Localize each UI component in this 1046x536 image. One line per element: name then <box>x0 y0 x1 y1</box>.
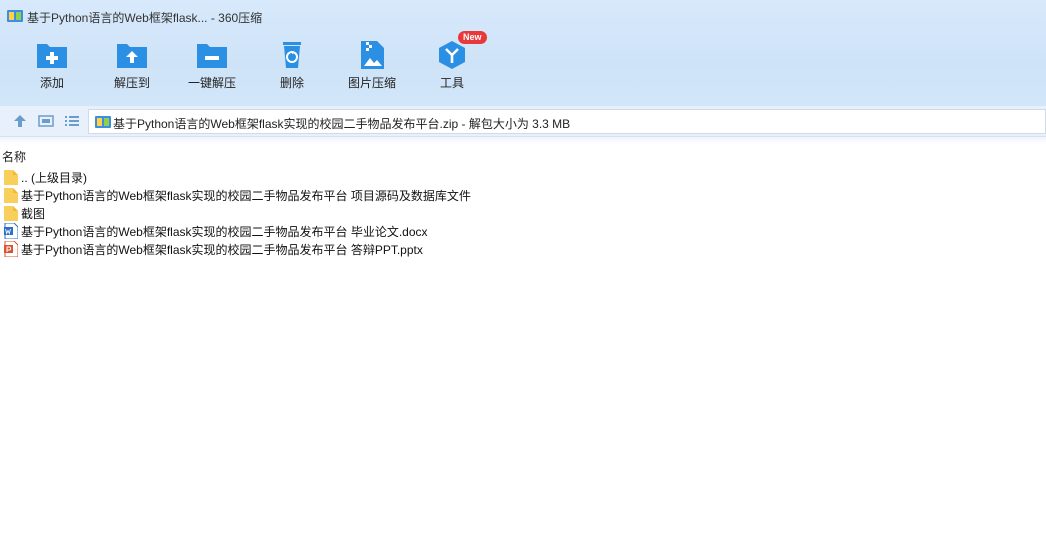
tools-label: 工具 <box>439 76 464 90</box>
list-view-icon[interactable] <box>64 113 80 129</box>
word-document-icon <box>4 223 18 239</box>
up-arrow-icon[interactable] <box>12 113 28 129</box>
window-title: 基于Python语言的Web框架flask... - 360压缩 <box>27 11 263 25</box>
header-separator <box>0 137 1046 145</box>
extract-to-label: 解压到 <box>113 76 150 90</box>
one-click-extract-button[interactable]: 一键解压 <box>172 40 252 100</box>
thumbnail-view-icon[interactable] <box>38 113 54 129</box>
list-item[interactable]: .. (上级目录) <box>0 168 1046 186</box>
archive-app-icon <box>7 10 23 22</box>
add-label: 添加 <box>39 76 64 90</box>
list-item[interactable]: 基于Python语言的Web框架flask实现的校园二手物品发布平台 答辩PPT… <box>0 240 1046 258</box>
powerpoint-document-icon <box>4 241 18 257</box>
trash-icon <box>283 42 301 68</box>
image-compress-icon <box>361 41 384 69</box>
add-button[interactable]: 添加 <box>12 40 92 100</box>
folder-icon <box>4 206 18 221</box>
list-item-name: 基于Python语言的Web框架flask实现的校园二手物品发布平台 项目源码及… <box>21 189 471 203</box>
add-folder-icon <box>37 44 67 68</box>
extract-to-button[interactable]: 解压到 <box>92 40 172 100</box>
list-item-name: .. (上级目录) <box>21 171 87 185</box>
list-item[interactable]: 截图 <box>0 204 1046 222</box>
list-item[interactable]: 基于Python语言的Web框架flask实现的校园二手物品发布平台 毕业论文.… <box>0 222 1046 240</box>
folder-icon <box>4 170 18 185</box>
title-bar: 基于Python语言的Web框架flask... - 360压缩 <box>0 0 1046 32</box>
image-compress-button[interactable]: 图片压缩 <box>332 40 412 100</box>
delete-button[interactable]: 删除 <box>252 40 332 100</box>
address-bar: 基于Python语言的Web框架flask实现的校园二手物品发布平台.zip -… <box>0 106 1046 137</box>
file-list: .. (上级目录) 基于Python语言的Web框架flask实现的校园二手物品… <box>0 168 1046 258</box>
list-item-name: 截图 <box>21 207 46 221</box>
tools-icon <box>439 41 465 69</box>
archive-path: 基于Python语言的Web框架flask实现的校园二手物品发布平台.zip -… <box>113 117 571 131</box>
list-item-name: 基于Python语言的Web框架flask实现的校园二手物品发布平台 答辩PPT… <box>21 243 423 257</box>
image-compress-label: 图片压缩 <box>347 76 396 90</box>
column-header-name[interactable]: 名称 <box>2 148 26 165</box>
extract-to-icon <box>117 44 147 68</box>
list-item-name: 基于Python语言的Web框架flask实现的校园二手物品发布平台 毕业论文.… <box>21 225 428 239</box>
list-item[interactable]: 基于Python语言的Web框架flask实现的校园二手物品发布平台 项目源码及… <box>0 186 1046 204</box>
folder-icon <box>4 188 18 203</box>
tools-button[interactable]: New 工具 <box>412 31 492 100</box>
top-ribbon: 基于Python语言的Web框架flask... - 360压缩 添加 解压到 … <box>0 0 1046 106</box>
one-click-extract-icon <box>197 44 227 68</box>
zip-archive-icon <box>95 116 111 128</box>
delete-label: 删除 <box>279 76 304 90</box>
path-field[interactable]: 基于Python语言的Web框架flask实现的校园二手物品发布平台.zip -… <box>88 109 1046 134</box>
one-click-extract-label: 一键解压 <box>187 76 236 90</box>
new-badge: New <box>458 31 487 44</box>
